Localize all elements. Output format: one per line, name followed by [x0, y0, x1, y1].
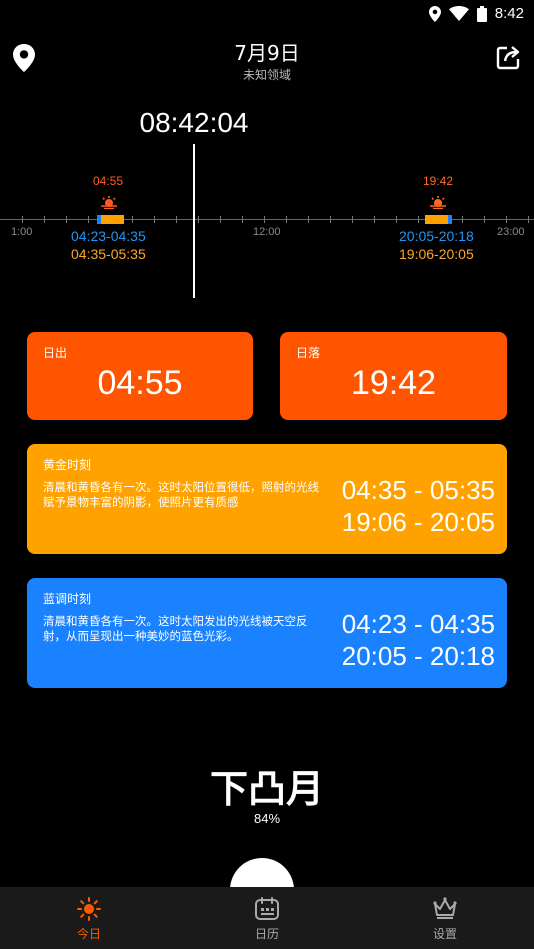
- sunset-golden-bar: [425, 215, 448, 224]
- golden-hour-title: 黄金时刻: [43, 458, 92, 472]
- sunrise-card-value: 04:55: [97, 364, 183, 402]
- crown-icon: [433, 897, 457, 919]
- timeline-tick: [330, 216, 331, 223]
- axis-label-mid: 12:00: [253, 226, 281, 238]
- blue-hour-description: 清晨和黄昏各有一次。这时太阳发出的光线被天空反射，从而呈现出一种美妙的蓝色光彩。: [43, 614, 308, 643]
- timeline-tick: [198, 216, 199, 223]
- axis-label-start: 1:00: [11, 226, 33, 238]
- blue-hour-morning: 04:23 - 04:35: [341, 609, 495, 639]
- current-time-indicator: [193, 144, 195, 298]
- timeline-tick: [88, 216, 89, 223]
- sunrise-blue-range: 04:23-04:35: [71, 228, 146, 244]
- moon-illumination: 84%: [253, 811, 281, 826]
- sunrise-golden-range: 04:35-05:35: [71, 246, 146, 262]
- sunset-card: 日落 19:42: [280, 332, 507, 420]
- golden-hour-morning: 04:35 - 05:35: [341, 475, 495, 505]
- calendar-icon: [255, 897, 279, 920]
- sun-icon: [77, 897, 101, 921]
- header: 7月9日 未知领域: [0, 30, 534, 90]
- nav-calendar-label: 日历: [254, 927, 279, 941]
- wifi-icon: [448, 6, 469, 21]
- axis-label-end: 23:00: [497, 226, 525, 238]
- status-icons: 8:42: [428, 5, 524, 22]
- timeline-tick: [396, 216, 397, 223]
- blue-hour-times: 04:23 - 04:35 20:05 - 20:18: [342, 608, 495, 672]
- location-status-icon: [428, 5, 441, 22]
- timeline-tick: [374, 216, 375, 223]
- timeline-tick: [462, 216, 463, 223]
- share-icon: [496, 46, 520, 70]
- moon-image: [230, 858, 294, 888]
- status-time: 8:42: [494, 5, 524, 22]
- share-button[interactable]: [496, 44, 522, 72]
- status-bar: 8:42: [0, 0, 534, 30]
- timeline-tick: [418, 216, 419, 223]
- nav-today[interactable]: 今日: [0, 887, 178, 949]
- bottom-nav: 今日 日历 设置: [0, 887, 534, 949]
- blue-hour-evening: 20:05 - 20:18: [341, 641, 495, 671]
- blue-hour-card: 蓝调时刻 清晨和黄昏各有一次。这时太阳发出的光线被天空反射，从而呈现出一种美妙的…: [27, 578, 507, 688]
- golden-hour-times: 04:35 - 05:35 19:06 - 20:05: [342, 474, 495, 538]
- sunset-golden-range: 19:06-20:05: [399, 246, 474, 262]
- timeline-tick: [484, 216, 485, 223]
- timeline-tick: [176, 216, 177, 223]
- sunrise-card-title: 日出: [43, 346, 68, 360]
- timeline-tick: [506, 216, 507, 223]
- sunrise-card: 日出 04:55: [27, 332, 253, 420]
- nav-settings[interactable]: 设置: [356, 887, 534, 949]
- moon-phase-name: 下凸月: [209, 767, 324, 811]
- timeline-tick: [352, 216, 353, 223]
- sunset-card-title: 日落: [296, 346, 321, 360]
- sun-timeline[interactable]: 08:42:04 1:00 12:00 23:00 04:55 04:23-04…: [0, 100, 534, 305]
- location-name: 未知领域: [242, 68, 291, 82]
- blue-hour-title: 蓝调时刻: [43, 592, 92, 606]
- golden-hour-description: 清晨和黄昏各有一次。这时太阳位置很低，照射的光线赋予景物丰富的阴影，使照片更有质…: [43, 480, 319, 509]
- sunset-card-value: 19:42: [350, 364, 437, 402]
- battery-icon: [476, 5, 487, 22]
- sunrise-golden-bar: [101, 215, 124, 224]
- timeline-tick: [132, 216, 133, 223]
- nav-today-label: 今日: [76, 927, 101, 941]
- moon-disc: [230, 858, 294, 888]
- timeline-tick: [264, 216, 265, 223]
- sunset-marker-time: 19:42: [423, 174, 454, 188]
- timeline-tick: [22, 216, 23, 223]
- timeline-tick: [220, 216, 221, 223]
- nav-calendar[interactable]: 日历: [178, 887, 356, 949]
- nav-settings-label: 设置: [432, 927, 457, 941]
- current-time: 08:42:04: [139, 107, 249, 138]
- timeline-tick: [66, 216, 67, 223]
- timeline-tick: [528, 216, 529, 223]
- timeline-tick: [242, 216, 243, 223]
- sunrise-marker-time: 04:55: [93, 174, 124, 188]
- golden-hour-evening: 19:06 - 20:05: [341, 507, 495, 537]
- golden-hour-card: 黄金时刻 清晨和黄昏各有一次。这时太阳位置很低，照射的光线赋予景物丰富的阴影，使…: [27, 444, 507, 554]
- sunrise-icon: [101, 196, 117, 209]
- timeline-tick: [286, 216, 287, 223]
- sunset-icon: [430, 196, 446, 209]
- timeline-tick: [308, 216, 309, 223]
- date-title: 7月9日: [234, 41, 300, 65]
- timeline-tick: [154, 216, 155, 223]
- sunset-blue-bar: [448, 215, 452, 224]
- timeline-tick: [44, 216, 45, 223]
- timeline-axis: [0, 219, 534, 220]
- sunset-blue-range: 20:05-20:18: [399, 228, 474, 244]
